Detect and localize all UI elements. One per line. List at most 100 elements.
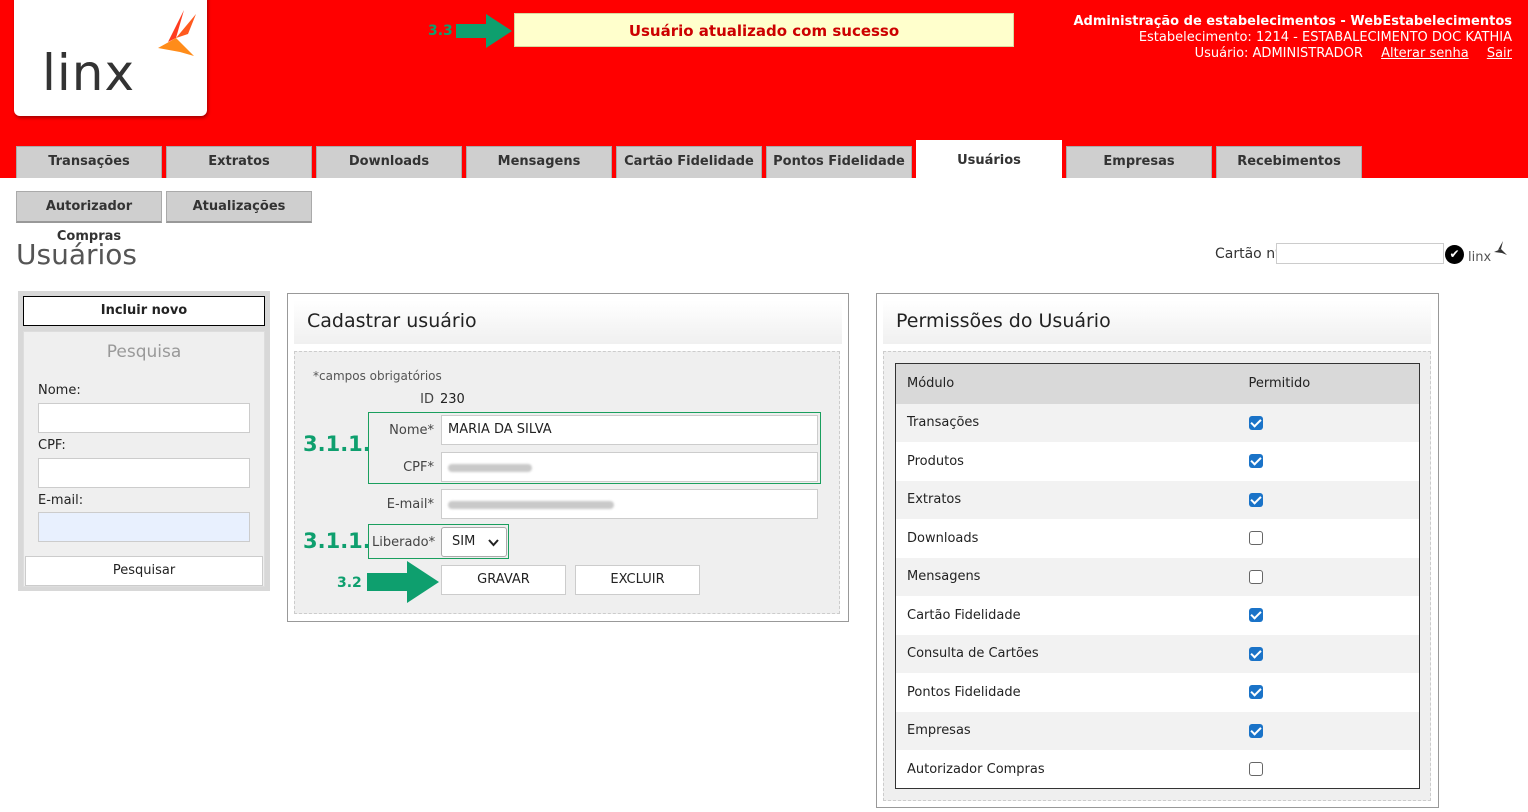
search-name-input[interactable] — [38, 403, 250, 433]
header-user-info: Administração de estabelecimentos - WebE… — [1073, 14, 1512, 62]
allowed-checkbox[interactable] — [1248, 454, 1263, 469]
user-label: Usuário: ADMINISTRADOR — [1194, 46, 1363, 61]
allowed-cell — [1237, 750, 1420, 789]
allowed-cell — [1237, 519, 1420, 558]
table-row: Autorizador Compras — [895, 750, 1420, 789]
establishment-label: Estabelecimento: 1214 - ESTABALECIMENTO … — [1138, 30, 1512, 45]
table-row: Downloads — [895, 519, 1420, 558]
logo-text: linx — [42, 44, 136, 102]
allowed-checkbox[interactable] — [1248, 531, 1263, 546]
tab-usuarios[interactable]: Usuários — [916, 140, 1062, 178]
table-row: Produtos — [895, 442, 1420, 481]
search-panel: Incluir novo Pesquisa Nome: CPF: E-mail:… — [18, 291, 270, 591]
table-header-row: Módulo Permitido — [895, 363, 1420, 404]
allowed-checkbox[interactable] — [1248, 608, 1263, 623]
col-module-header: Módulo — [895, 363, 1238, 404]
allowed-cell — [1237, 634, 1420, 673]
id-value: 230 — [440, 392, 465, 407]
card-number-label: Cartão nº — [1215, 246, 1282, 262]
module-name: Cartão Fidelidade — [895, 596, 1238, 635]
cpf-field[interactable] — [441, 452, 818, 482]
col-allowed-header: Permitido — [1237, 363, 1420, 404]
admin-title: Administração de estabelecimentos - WebE… — [1073, 14, 1512, 29]
table-row: Extratos — [895, 480, 1420, 519]
allowed-cell — [1237, 442, 1420, 481]
required-note: *campos obrigatórios — [313, 369, 442, 383]
email-field[interactable] — [441, 489, 818, 519]
annotation-step-liberado: 3.1.1. — [303, 529, 371, 553]
liberado-value: SIM — [452, 534, 476, 549]
search-box: Pesquisa Nome: CPF: E-mail: Pesquisar — [23, 331, 265, 587]
search-email-input[interactable] — [38, 512, 250, 542]
module-name: Transações — [895, 403, 1238, 442]
subtab-atualizacoes[interactable]: Atualizações — [166, 191, 312, 223]
card-number-input[interactable] — [1276, 243, 1444, 264]
liberado-label: Liberado* — [372, 535, 436, 550]
allowed-checkbox[interactable] — [1248, 492, 1263, 507]
name-field[interactable]: MARIA DA SILVA — [441, 415, 818, 445]
annotation-step-save: 3.2 — [337, 575, 362, 591]
tab-pontos-fidelidade[interactable]: Pontos Fidelidade — [766, 146, 912, 178]
module-name: Autorizador Compras — [895, 750, 1238, 789]
mini-linx-mark-icon — [1494, 241, 1507, 255]
tab-extratos[interactable]: Extratos — [166, 146, 312, 178]
allowed-checkbox[interactable] — [1248, 762, 1263, 776]
allowed-checkbox[interactable] — [1248, 569, 1263, 584]
permissions-title: Permissões do Usuário — [883, 300, 1431, 344]
search-button[interactable]: Pesquisar — [25, 556, 263, 586]
search-cpf-label: CPF: — [38, 438, 66, 453]
module-name: Extratos — [895, 480, 1238, 519]
module-name: Produtos — [895, 442, 1238, 481]
tab-transacoes[interactable]: Transações — [16, 146, 162, 178]
allowed-cell — [1237, 403, 1420, 442]
save-button[interactable]: GRAVAR — [441, 565, 566, 595]
allowed-checkbox[interactable] — [1248, 646, 1263, 661]
redacted-value — [448, 501, 614, 509]
page-title: Usuários — [16, 238, 137, 271]
annotation-arrow-icon — [456, 14, 512, 48]
allowed-checkbox[interactable] — [1248, 415, 1263, 430]
allowed-cell — [1237, 673, 1420, 712]
tab-empresas[interactable]: Empresas — [1066, 146, 1212, 178]
allowed-cell — [1237, 596, 1420, 635]
permissions-table: Módulo Permitido Transações Produtos Extra… — [895, 363, 1420, 789]
email-label: E-mail* — [386, 497, 434, 512]
mini-logo-text: linx — [1468, 250, 1492, 265]
search-cpf-input[interactable] — [38, 458, 250, 488]
table-row: Empresas — [895, 711, 1420, 750]
module-name: Mensagens — [895, 557, 1238, 596]
table-row: Transações — [895, 403, 1420, 442]
liberado-select[interactable]: SIM — [441, 527, 507, 557]
module-name: Pontos Fidelidade — [895, 673, 1238, 712]
success-message: Usuário atualizado com sucesso — [514, 13, 1014, 47]
cpf-label: CPF* — [403, 460, 434, 475]
table-row: Cartão Fidelidade — [895, 596, 1420, 635]
chevron-down-icon — [488, 539, 499, 547]
module-name: Empresas — [895, 711, 1238, 750]
module-name: Downloads — [895, 519, 1238, 558]
allowed-checkbox[interactable] — [1248, 723, 1263, 738]
annotation-step-name-cpf: 3.1.1. — [303, 432, 371, 456]
name-label: Nome* — [389, 423, 434, 438]
allowed-cell — [1237, 480, 1420, 519]
change-password-link[interactable]: Alterar senha — [1381, 46, 1469, 61]
tab-mensagens[interactable]: Mensagens — [466, 146, 612, 178]
allowed-cell — [1237, 711, 1420, 750]
tab-recebimentos[interactable]: Recebimentos — [1216, 146, 1362, 178]
table-row: Mensagens — [895, 557, 1420, 596]
linx-logo[interactable]: linx — [14, 0, 207, 116]
table-row: Pontos Fidelidade — [895, 673, 1420, 712]
allowed-cell — [1237, 557, 1420, 596]
allowed-checkbox[interactable] — [1248, 685, 1263, 700]
subtab-autorizador-compras[interactable]: Autorizador Compras — [16, 191, 162, 244]
linx-mark-icon — [158, 10, 196, 56]
delete-button[interactable]: EXCLUIR — [575, 565, 700, 595]
tab-cartao-fidelidade[interactable]: Cartão Fidelidade — [616, 146, 762, 178]
include-new-button[interactable]: Incluir novo — [23, 296, 265, 326]
confirm-check-icon[interactable]: ✔ — [1445, 245, 1464, 264]
table-row: Consulta de Cartões — [895, 634, 1420, 673]
search-email-label: E-mail: — [38, 493, 84, 508]
tab-downloads[interactable]: Downloads — [316, 146, 462, 178]
logout-link[interactable]: Sair — [1487, 46, 1512, 61]
redacted-value — [448, 464, 532, 472]
